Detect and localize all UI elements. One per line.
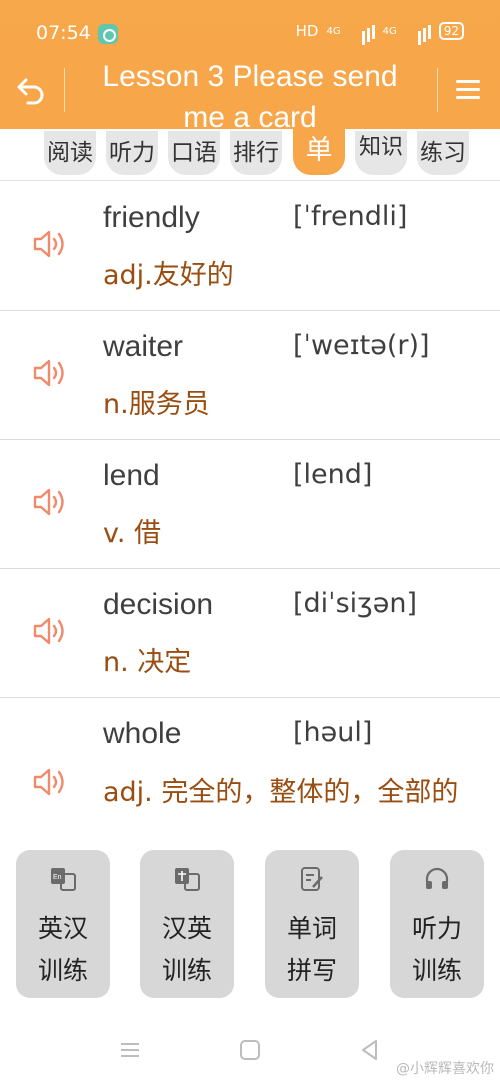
training-panel: En 英汉 训练 汉英 训练 单词 拼写 听力 训练 — [0, 835, 500, 1020]
edit-icon — [301, 867, 323, 891]
speaker-icon[interactable] — [32, 358, 68, 388]
phonetic-text: [həul] — [293, 717, 373, 748]
meaning-text: n.服务员 — [103, 389, 210, 420]
menu-nav-icon[interactable] — [118, 1038, 142, 1062]
headphones-icon — [425, 867, 449, 889]
back-nav-icon[interactable] — [358, 1038, 382, 1062]
signal-label-1: 4G — [326, 25, 341, 37]
tab-speaking[interactable]: 口语 — [168, 131, 220, 175]
watermark: @小辉辉喜欢你 — [396, 1061, 494, 1077]
speaker-icon[interactable] — [32, 616, 68, 646]
app-notification-icon — [98, 24, 118, 44]
meaning-text: v. 借 — [103, 518, 162, 549]
speaker-icon[interactable] — [32, 487, 68, 517]
signal-icon — [405, 23, 431, 39]
menu-icon — [456, 80, 480, 83]
svg-text:En: En — [53, 874, 62, 881]
list-item: friendly [ˈfrendli] adj.友好的 — [0, 181, 500, 311]
home-nav-icon[interactable] — [238, 1038, 262, 1062]
signal-label-2: 4G — [382, 25, 397, 37]
hd-indicator: HD — [295, 22, 319, 40]
word-text: waiter — [103, 330, 184, 363]
status-bar: 07:54 HD 4G 4G 92 — [0, 0, 500, 52]
back-button[interactable] — [14, 72, 50, 108]
training-label: 单词 拼写 — [286, 914, 337, 985]
en-cn-training-button[interactable]: En 英汉 训练 — [16, 850, 110, 998]
meaning-text: n. 决定 — [103, 647, 192, 678]
en-cn-icon: En — [51, 868, 76, 891]
tab-practice[interactable]: 练习 — [417, 131, 469, 175]
training-label: 英汉 训练 — [37, 914, 88, 985]
word-text: lend — [103, 459, 160, 492]
list-item: whole [həul] adj. 完全的，整体的，全部的 — [0, 697, 500, 835]
list-item: lend [lend] v. 借 — [0, 439, 500, 569]
listening-training-button[interactable]: 听力 训练 — [390, 850, 484, 998]
speaker-icon[interactable] — [32, 767, 68, 797]
cn-en-training-button[interactable]: 汉英 训练 — [140, 850, 234, 998]
page-title: Lesson 3 Please send me a card — [102, 60, 398, 134]
signal-icon — [349, 23, 375, 39]
system-nav-bar: @小辉辉喜欢你 — [0, 1020, 500, 1083]
battery-icon: 92 — [438, 22, 464, 40]
training-label: 听力 训练 — [411, 914, 462, 985]
training-label: 汉英 训练 — [161, 914, 212, 985]
list-item: decision [diˈsiʒən] n. 决定 — [0, 568, 500, 698]
phonetic-text: [ˈweɪtə(r)] — [293, 330, 430, 361]
list-item: waiter [ˈweɪtə(r)] n.服务员 — [0, 310, 500, 440]
tab-listening[interactable]: 听力 — [106, 131, 158, 175]
meaning-text: adj. 完全的，整体的，全部的 — [103, 777, 459, 808]
tab-words[interactable]: 单 — [293, 129, 345, 175]
cn-en-icon — [175, 868, 200, 891]
app-header: Lesson 3 Please send me a card — [0, 52, 500, 134]
tab-reading[interactable]: 阅读 — [44, 131, 96, 175]
back-arrow-icon — [17, 78, 44, 105]
tab-knowledge[interactable]: 知识 — [355, 131, 407, 175]
phonetic-text: [diˈsiʒən] — [293, 588, 418, 619]
word-text: decision — [103, 588, 214, 621]
section-tabs: 阅读 听力 口语 排行 单 知识 练习 — [0, 129, 500, 177]
header-divider — [64, 68, 65, 112]
phonetic-text: [ˈfrendli] — [293, 201, 408, 232]
status-time: 07:54 — [36, 22, 91, 44]
menu-button[interactable] — [454, 76, 482, 104]
phonetic-text: [lend] — [293, 459, 373, 490]
status-indicators: HD 4G 4G 92 — [296, 22, 464, 40]
tab-ranking[interactable]: 排行 — [230, 131, 282, 175]
header-divider — [437, 68, 438, 112]
meaning-text: adj.友好的 — [103, 260, 234, 291]
speaker-icon[interactable] — [32, 229, 68, 259]
word-text: friendly — [103, 201, 200, 234]
spelling-button[interactable]: 单词 拼写 — [265, 850, 359, 998]
word-text: whole — [103, 717, 182, 750]
word-list: friendly [ˈfrendli] adj.友好的 waiter [ˈweɪ… — [0, 180, 500, 835]
